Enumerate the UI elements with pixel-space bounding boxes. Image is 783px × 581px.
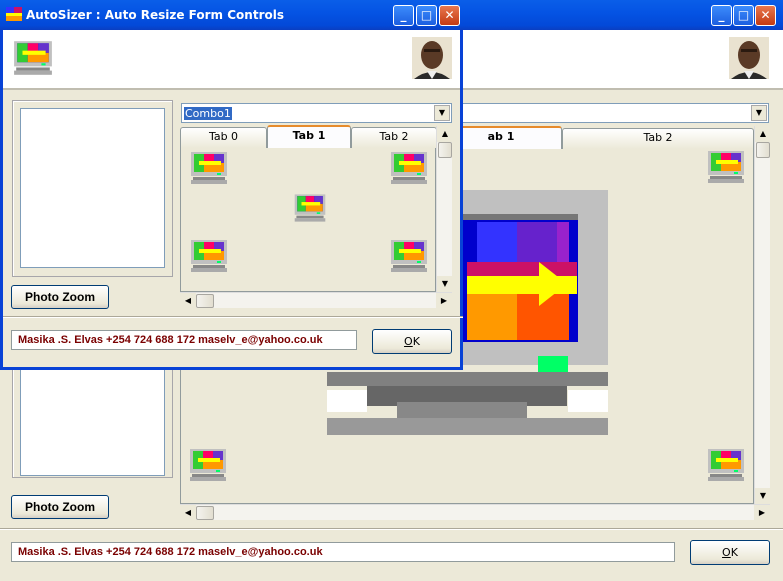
scroll-left-icon[interactable]: ◀ xyxy=(180,293,196,309)
ok-rest: K xyxy=(412,335,420,348)
tab-panel xyxy=(180,146,436,292)
monitor-icon xyxy=(293,191,327,225)
monitor-icon xyxy=(706,448,746,482)
header-panel xyxy=(3,30,460,90)
ok-button[interactable]: OK xyxy=(690,540,770,565)
maximize-icon: □ xyxy=(737,8,750,22)
ok-accel: O xyxy=(722,546,731,559)
avatar xyxy=(729,37,769,79)
combo-box[interactable]: Combo1 ▼ xyxy=(181,103,452,123)
photo-zoom-button[interactable]: Photo Zoom xyxy=(11,285,109,309)
monitor-icon xyxy=(189,151,229,185)
maximize-button[interactable]: □ xyxy=(416,5,437,26)
scroll-up-icon[interactable]: ▲ xyxy=(437,126,453,142)
autosizer-window: AutoSizer : Auto Resize Form Controls _ … xyxy=(0,0,463,370)
minimize-button[interactable]: _ xyxy=(393,5,414,26)
ok-accel: O xyxy=(404,335,413,348)
ok-button[interactable]: OK xyxy=(372,329,452,354)
close-button[interactable]: ✕ xyxy=(439,5,460,26)
chevron-down-icon[interactable]: ▼ xyxy=(434,105,450,121)
app-icon xyxy=(6,7,22,21)
vertical-scrollbar[interactable]: ▲ ▼ xyxy=(754,126,771,504)
status-bar: Masika .S. Elvas +254 724 688 172 maselv… xyxy=(11,330,357,350)
tab-0[interactable]: Tab 0 xyxy=(180,127,267,148)
scroll-left-icon[interactable]: ◀ xyxy=(180,505,196,521)
vertical-scrollbar[interactable]: ▲ ▼ xyxy=(436,126,453,292)
status-bar: Masika .S. Elvas +254 724 688 172 maselv… xyxy=(11,542,675,562)
combo-box[interactable]: ▼ xyxy=(440,103,769,123)
scroll-thumb[interactable] xyxy=(756,142,770,158)
scroll-up-icon[interactable]: ▲ xyxy=(755,126,771,142)
photo-zoom-button[interactable]: Photo Zoom xyxy=(11,495,109,519)
minimize-icon: _ xyxy=(400,8,407,22)
monitor-icon xyxy=(389,151,429,185)
scroll-thumb[interactable] xyxy=(438,142,452,158)
maximize-button[interactable]: □ xyxy=(733,5,754,26)
monitor-icon xyxy=(12,38,54,78)
close-button[interactable]: ✕ xyxy=(755,5,776,26)
close-icon: ✕ xyxy=(444,8,455,22)
footer-divider xyxy=(3,316,463,318)
ok-rest: K xyxy=(730,546,738,559)
scroll-down-icon[interactable]: ▼ xyxy=(755,488,771,504)
close-icon: ✕ xyxy=(760,8,771,22)
combo-value: Combo1 xyxy=(184,107,232,120)
tab-2[interactable]: Tab 2 xyxy=(351,127,437,148)
photo-box xyxy=(20,108,165,268)
scroll-right-icon[interactable]: ▶ xyxy=(754,505,770,521)
scroll-down-icon[interactable]: ▼ xyxy=(437,276,453,292)
monitor-icon xyxy=(389,239,429,273)
minimize-button[interactable]: _ xyxy=(711,5,732,26)
avatar xyxy=(412,37,452,79)
scroll-thumb[interactable] xyxy=(196,294,214,308)
maximize-icon: □ xyxy=(420,8,433,22)
monitor-icon xyxy=(189,239,229,273)
minimize-icon: _ xyxy=(718,8,725,22)
monitor-icon xyxy=(706,150,746,184)
footer-divider xyxy=(0,528,783,530)
monitor-icon xyxy=(188,448,228,482)
scroll-thumb[interactable] xyxy=(196,506,214,520)
horizontal-scrollbar[interactable]: ◀ ▶ xyxy=(180,504,770,521)
chevron-down-icon[interactable]: ▼ xyxy=(751,105,767,121)
scroll-right-icon[interactable]: ▶ xyxy=(436,293,452,309)
horizontal-scrollbar[interactable]: ◀ ▶ xyxy=(180,292,452,309)
window-title: AutoSizer : Auto Resize Form Controls xyxy=(26,8,284,22)
tab-1[interactable]: Tab 1 xyxy=(267,125,351,148)
tab-2[interactable]: Tab 2 xyxy=(562,128,754,149)
